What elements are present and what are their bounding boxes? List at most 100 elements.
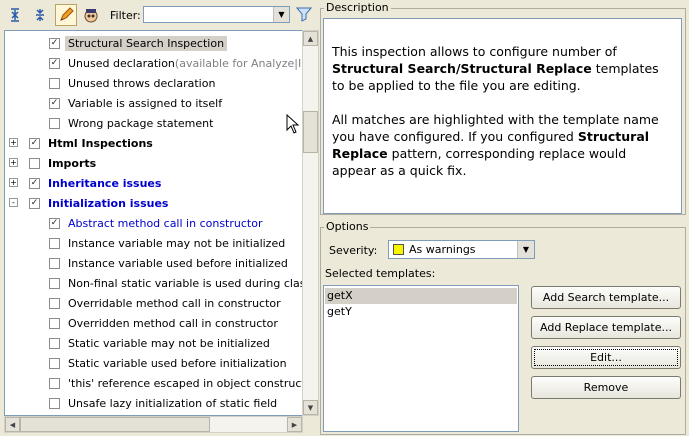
tree-row-label: Initialization issues — [48, 196, 169, 210]
inspector-button[interactable] — [80, 4, 102, 26]
tree-row[interactable]: Unused throws declaration — [49, 73, 215, 93]
tree-row-label: Non-final static variable is used during… — [68, 276, 302, 290]
tree-row[interactable]: ✓ Initialization issues — [29, 193, 168, 213]
checkbox-checked[interactable]: ✓ — [49, 217, 60, 229]
filter-apply-button[interactable] — [295, 6, 313, 22]
checkbox-unchecked[interactable] — [49, 257, 60, 269]
checkbox-unchecked[interactable] — [49, 357, 60, 369]
tree-expander-icon[interactable]: - — [9, 198, 18, 207]
tree-expander-icon[interactable]: + — [9, 178, 18, 187]
checkbox-checked[interactable]: ✓ — [49, 57, 60, 69]
checkbox-checked[interactable]: ✓ — [29, 197, 40, 209]
checkbox-unchecked[interactable] — [49, 317, 60, 329]
add-replace-template-button[interactable]: Add Replace template... — [531, 316, 681, 339]
tree-row-suffix: (available for Analyze|Inspect — [174, 56, 302, 70]
scroll-left-button[interactable]: ◀ — [5, 417, 20, 432]
edit-profile-button[interactable] — [55, 4, 77, 26]
arrow-right-icon: ▶ — [291, 420, 298, 429]
tree-row[interactable]: ✓ Variable is assigned to itself — [49, 93, 222, 113]
pencil-icon — [60, 7, 74, 21]
expand-all-button[interactable] — [4, 4, 26, 26]
tree-row[interactable]: Imports — [29, 153, 96, 173]
edit-template-button[interactable]: Edit... — [531, 346, 681, 369]
filter-dropdown-button[interactable]: ▼ — [273, 7, 289, 22]
tree-row[interactable]: Instance variable used before initialize… — [49, 253, 288, 273]
scroll-up-button[interactable]: ▲ — [303, 31, 318, 46]
tree-row-label: Unused throws declaration — [68, 76, 216, 90]
detective-icon — [84, 9, 98, 23]
funnel-icon — [295, 7, 313, 22]
tree-row[interactable]: ✓ Abstract method call in constructor — [49, 213, 262, 233]
severity-color-swatch — [393, 244, 404, 255]
tree-row-label: Variable is assigned to itself — [68, 96, 223, 110]
checkbox-unchecked[interactable] — [49, 337, 60, 349]
tree-vertical-scrollbar[interactable]: ▲ ▼ — [302, 30, 319, 416]
checkbox-checked[interactable]: ✓ — [29, 137, 40, 149]
tree-row[interactable]: ✓ Structural Search Inspection — [49, 33, 228, 53]
tree-row-label: Structural Search Inspection — [65, 35, 228, 51]
description-paragraph-1: This inspection allows to configure numb… — [332, 44, 659, 93]
selected-templates-label: Selected templates: — [325, 267, 436, 280]
tree-row[interactable]: Static variable may not be initialized — [49, 333, 270, 353]
remove-template-button[interactable]: Remove — [531, 376, 681, 399]
tree-expander-icon[interactable]: + — [9, 138, 18, 147]
checkbox-checked[interactable]: ✓ — [49, 37, 60, 49]
tree-horizontal-scrollbar[interactable]: ◀ ▶ — [4, 416, 303, 433]
tree-row[interactable]: Unsafe lazy initialization of static fie… — [49, 393, 277, 413]
severity-dropdown-button[interactable]: ▼ — [517, 241, 534, 258]
tree-row[interactable]: Instance variable may not be initialized — [49, 233, 285, 253]
checkbox-unchecked[interactable] — [49, 297, 60, 309]
options-legend: Options — [324, 220, 371, 233]
tree-expander-icon[interactable]: + — [9, 158, 18, 167]
arrow-left-icon: ◀ — [9, 420, 16, 429]
templates-list[interactable]: getX getY — [323, 285, 519, 432]
tree-row[interactable]: Overridden method call in constructor — [49, 313, 278, 333]
inspections-tree[interactable]: ✓ Structural Search Inspection ✓ Unused dec… — [4, 30, 303, 416]
tree-row-label: Html Inspections — [48, 136, 153, 150]
filter-label: Filter: — [110, 9, 141, 22]
description-paragraph-2: All matches are highlighted with the tem… — [332, 112, 659, 178]
tree-row[interactable]: Wrong package statement — [49, 113, 213, 133]
collapse-all-button[interactable] — [29, 4, 51, 26]
scroll-thumb-horizontal[interactable] — [20, 417, 210, 432]
checkbox-unchecked[interactable] — [49, 117, 60, 129]
arrow-down-icon: ▼ — [307, 403, 314, 412]
scroll-down-button[interactable]: ▼ — [303, 400, 318, 415]
tree-row[interactable]: Overridable method call in constructor — [49, 293, 281, 313]
arrow-up-icon: ▲ — [307, 34, 314, 43]
expand-all-icon — [11, 8, 19, 22]
checkbox-unchecked[interactable] — [49, 277, 60, 289]
collapse-all-icon — [36, 9, 44, 21]
tree-row[interactable]: ✓ Unused declaration (available for Analy… — [49, 53, 302, 73]
checkbox-checked[interactable]: ✓ — [49, 97, 60, 109]
checkbox-checked[interactable]: ✓ — [29, 177, 40, 189]
tree-row[interactable]: ✓ Inheritance issues — [29, 173, 161, 193]
tree-row-label: Imports — [48, 156, 97, 170]
checkbox-unchecked[interactable] — [49, 397, 60, 409]
severity-label: Severity: — [329, 244, 378, 257]
tree-row-label: Abstract method call in constructor — [68, 216, 263, 230]
tree-row[interactable]: ✓ Html Inspections — [29, 133, 153, 153]
description-text: This inspection allows to configure numb… — [323, 18, 682, 214]
scroll-thumb[interactable] — [303, 111, 318, 153]
description-legend: Description — [324, 1, 391, 14]
filter-input[interactable]: ▼ — [143, 6, 290, 23]
tree-row-label: Static variable may not be initialized — [68, 336, 270, 350]
chevron-down-icon: ▼ — [522, 245, 530, 254]
checkbox-unchecked[interactable] — [49, 77, 60, 89]
tree-row[interactable]: 'this' reference escaped in object const… — [49, 373, 303, 393]
tree-row-label: Instance variable may not be initialized — [68, 236, 286, 250]
tree-row-label: Unused declaration — [68, 56, 175, 70]
tree-row[interactable]: Non-final static variable is used during… — [49, 273, 302, 293]
checkbox-unchecked[interactable] — [49, 237, 60, 249]
list-item[interactable]: getX — [325, 288, 517, 304]
checkbox-unchecked[interactable] — [29, 157, 40, 169]
tree-row[interactable]: Static variable used before initializati… — [49, 353, 287, 373]
scroll-right-button[interactable]: ▶ — [287, 417, 302, 432]
add-search-template-button[interactable]: Add Search template... — [531, 286, 681, 309]
list-item[interactable]: getY — [325, 304, 517, 320]
tree-row-label: Overridable method call in constructor — [68, 296, 281, 310]
severity-select[interactable]: As warnings ▼ — [388, 240, 535, 259]
tree-row-label: 'this' reference escaped in object const… — [68, 376, 303, 390]
checkbox-unchecked[interactable] — [49, 377, 60, 389]
